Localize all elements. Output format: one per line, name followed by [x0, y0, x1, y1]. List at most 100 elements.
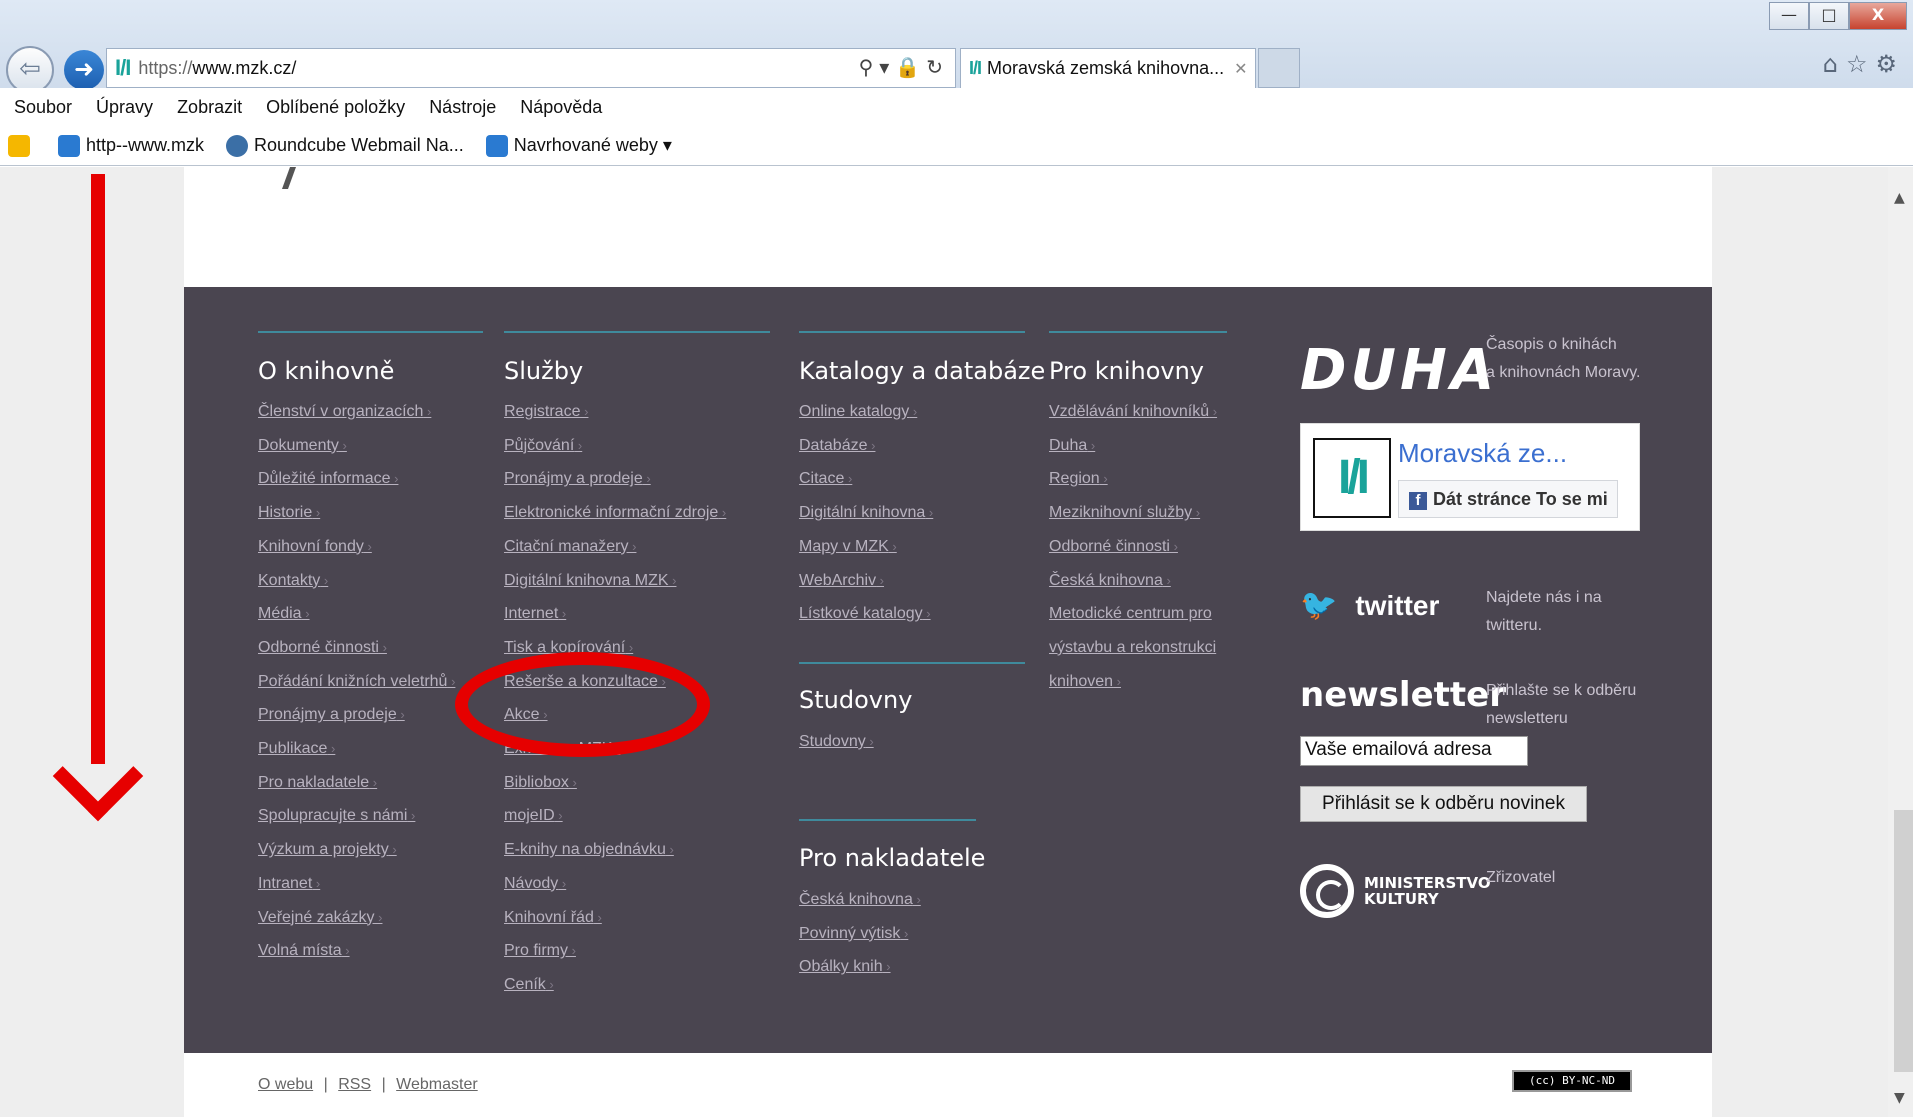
tab-mzk[interactable]: I/I Moravská zemská knihovna... ✕ — [960, 48, 1256, 88]
footer.pro_nakladatele.links-link[interactable]: Povinný výtisk — [799, 925, 908, 943]
webmaster-link[interactable]: Webmaster — [396, 1076, 478, 1093]
footer.sluzby.links-link[interactable]: E-knihy na objednávku — [504, 841, 674, 859]
heading-katalogy: Katalogy a databáze — [799, 357, 1046, 385]
address-bar-actions[interactable]: ⚲▾🔒↻ — [859, 55, 949, 79]
footer.o_knihovne.links-link[interactable]: Důležité informace — [258, 470, 398, 488]
subscribe-button[interactable]: Přihlásit se k odběru novinek — [1300, 786, 1587, 822]
mzk-logo[interactable]: I/I — [1313, 438, 1391, 518]
footer.o_knihovne.links-link[interactable]: Členství v organizacích — [258, 403, 431, 421]
footer.o_knihovne.links-link[interactable]: Knihovní fondy — [258, 538, 372, 556]
footer.pro_knihovny.links-link[interactable]: Metodické centrum pro — [1049, 605, 1212, 623]
footer.pro_knihovny.links-link[interactable]: Česká knihovna — [1049, 572, 1171, 590]
search-icon[interactable]: ⚲ — [859, 55, 880, 79]
footer.katalogy.links-link[interactable]: Digitální knihovna — [799, 504, 933, 522]
url-text[interactable]: https://www.mzk.cz/ — [138, 58, 296, 79]
footer.studovny.links-link[interactable]: Studovny — [799, 733, 874, 751]
license-badge[interactable]: (cc) BY-NC-ND — [1512, 1070, 1632, 1092]
footer.pro_nakladatele.links-link[interactable]: Česká knihovna — [799, 891, 921, 909]
footer.pro_knihovny.links-link[interactable]: Odborné činnosti — [1049, 538, 1178, 556]
footer.o_knihovne.links-link[interactable]: Historie — [258, 504, 320, 522]
star-icon[interactable]: ☆ — [1846, 50, 1876, 78]
footer.sluzby.links-link[interactable]: Pronájmy a prodeje — [504, 470, 651, 488]
footer.katalogy.links-link[interactable]: Citace — [799, 470, 852, 488]
footer.sluzby.links-link[interactable]: Knihovní řád — [504, 909, 602, 927]
favorite-suggested-sites[interactable]: Navrhované weby ▾ — [485, 134, 672, 157]
footer.sluzby.links-link[interactable]: Ceník — [504, 976, 554, 994]
favorite-roundcube[interactable]: Roundcube Webmail Na... — [226, 134, 464, 157]
o-webu-link[interactable]: O webu — [258, 1076, 313, 1093]
footer.pro_knihovny.links-link[interactable]: Meziknihovní služby — [1049, 504, 1200, 522]
home-icon[interactable]: ⌂ — [1823, 50, 1846, 78]
footer.pro_knihovny.links-link[interactable]: Duha — [1049, 437, 1095, 455]
footer.sluzby.links-link[interactable]: Citační manažery — [504, 538, 636, 556]
footer.o_knihovne.links-link[interactable]: Výzkum a projekty — [258, 841, 397, 859]
menu-oblibene[interactable]: Oblíbené položky — [266, 97, 405, 118]
email-input[interactable]: Vaše emailová adresa — [1300, 736, 1528, 766]
footer.o_knihovne.links-link[interactable]: Média — [258, 605, 310, 623]
footer.o_knihovne.links-link[interactable]: Pořádání knižních veletrhů — [258, 673, 455, 691]
footer.pro_knihovny.links-link[interactable]: výstavbu a rekonstrukci — [1049, 639, 1216, 657]
footer.sluzby.links-link[interactable]: Návody — [504, 875, 566, 893]
scroll-up-icon[interactable]: ▲ — [1894, 190, 1905, 206]
menu-bar: Soubor Úpravy Zobrazit Oblíbené položky … — [0, 88, 1913, 126]
twitter-link[interactable]: 🐦 twitter — [1300, 588, 1439, 623]
menu-upravy[interactable]: Úpravy — [96, 97, 153, 118]
footer.sluzby.links-link[interactable]: Půjčování — [504, 437, 582, 455]
footer.sluzby.links-link[interactable]: Registrace — [504, 403, 588, 421]
duha-logo[interactable]: DUHA — [1300, 338, 1498, 403]
footer.sluzby.links-link[interactable]: Internet — [504, 605, 566, 623]
footer.o_knihovne.links-link[interactable]: Pro nakladatele — [258, 774, 377, 792]
lock-icon[interactable]: 🔒 — [895, 55, 926, 79]
rss-link[interactable]: RSS — [338, 1076, 371, 1093]
footer.katalogy.links-link[interactable]: Lístkové katalogy — [799, 605, 931, 623]
minimize-button[interactable]: — — [1769, 2, 1809, 30]
footer.o_knihovne.links-link[interactable]: Dokumenty — [258, 437, 347, 455]
footer.sluzby.links-link[interactable]: Digitální knihovna MZK — [504, 572, 676, 590]
footer.o_knihovne.links-link[interactable]: Kontakty — [258, 572, 328, 590]
footer.sluzby.links-link[interactable]: Elektronické informační zdroje — [504, 504, 726, 522]
footer.katalogy.links-link[interactable]: Mapy v MZK — [799, 538, 897, 556]
forward-button[interactable]: ➜ — [64, 50, 104, 90]
scroll-down-icon[interactable]: ▼ — [1894, 1090, 1905, 1106]
column-rule — [258, 331, 483, 333]
menu-zobrazit[interactable]: Zobrazit — [177, 97, 242, 118]
footer.sluzby.links-link[interactable]: mojeID — [504, 807, 563, 825]
back-button[interactable]: ⇦ — [6, 46, 54, 94]
menu-napoveda[interactable]: Nápověda — [520, 97, 602, 118]
restore-button[interactable]: □ — [1809, 2, 1849, 30]
footer.o_knihovne.links-link[interactable]: Intranet — [258, 875, 320, 893]
facebook-page-name[interactable]: Moravská ze... — [1398, 438, 1567, 469]
new-tab-button[interactable] — [1258, 48, 1300, 88]
footer.katalogy.links-link[interactable]: Online katalogy — [799, 403, 917, 421]
footer.o_knihovne.links-link[interactable]: Odborné činnosti — [258, 639, 387, 657]
footer.o_knihovne.links-link[interactable]: Publikace — [258, 740, 335, 758]
scroll-thumb[interactable] — [1894, 810, 1913, 1072]
favorite-mzk[interactable]: http--www.mzk — [58, 134, 204, 157]
close-window-button[interactable]: X — [1849, 2, 1907, 30]
footer.o_knihovne.links-link[interactable]: Pronájmy a prodeje — [258, 706, 405, 724]
facebook-like-button[interactable]: f Dát stránce To se mi — [1398, 480, 1618, 518]
refresh-icon[interactable]: ↻ — [926, 55, 949, 79]
footer.pro_knihovny.links-link[interactable]: Vzdělávání knihovníků — [1049, 403, 1217, 421]
heading-studovny: Studovny — [799, 686, 913, 714]
footer.pro_knihovny.links-link[interactable]: knihoven — [1049, 673, 1121, 691]
footer.pro_knihovny.links-link[interactable]: Region — [1049, 470, 1108, 488]
footer.katalogy.links-link[interactable]: Databáze — [799, 437, 875, 455]
address-bar[interactable]: I/I https://www.mzk.cz/ ⚲▾🔒↻ — [106, 48, 956, 88]
footer.sluzby.links-link[interactable]: Bibliobox — [504, 774, 577, 792]
footer.pro_nakladatele.links-link[interactable]: Obálky knih — [799, 958, 891, 976]
gear-icon[interactable]: ⚙ — [1875, 50, 1905, 78]
tab-close-icon[interactable]: ✕ — [1234, 59, 1247, 79]
footer.katalogy.links-link[interactable]: WebArchiv — [799, 572, 884, 590]
footer.o_knihovne.links-link[interactable]: Spolupracujte s námi — [258, 807, 415, 825]
duha-description: Časopis o knihách a knihovnách Moravy. — [1486, 336, 1641, 381]
footer.sluzby.links-link[interactable]: Pro firmy — [504, 942, 576, 960]
ministerstvo-kultury-logo[interactable]: MINISTERSTVO KULTURY — [1300, 864, 1491, 918]
menu-nastroje[interactable]: Nástroje — [429, 97, 496, 118]
menu-soubor[interactable]: Soubor — [14, 97, 72, 118]
footer.o_knihovne.links-link[interactable]: Veřejné zakázky — [258, 909, 382, 927]
footer.o_knihovne.links-link[interactable]: Volná místa — [258, 942, 350, 960]
heading-o-knihovne: O knihovně — [258, 357, 395, 385]
favorites-star[interactable] — [8, 134, 36, 157]
toolbar-icons: ⌂☆⚙ — [1823, 50, 1905, 78]
